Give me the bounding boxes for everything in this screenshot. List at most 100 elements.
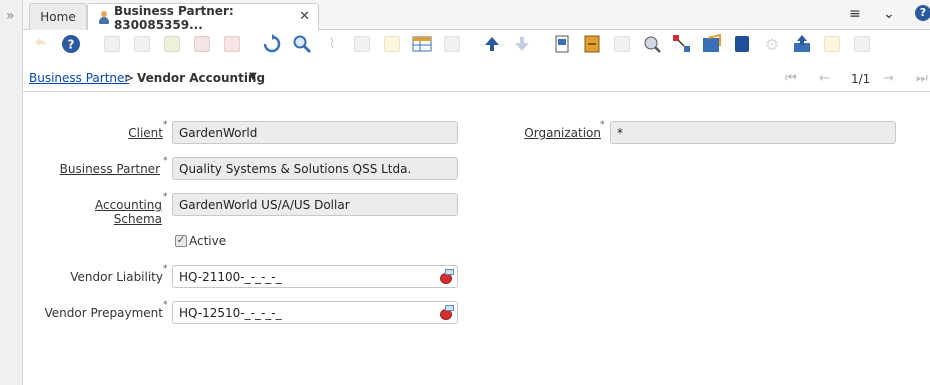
close-tab-icon[interactable]: ✕ xyxy=(299,9,310,24)
business-partner-icon xyxy=(98,11,109,24)
grid-toggle-icon xyxy=(412,36,432,52)
active-workflows-button[interactable] xyxy=(731,33,753,55)
vendor-prepayment-field[interactable]: HQ-12510-_-_-_-_ xyxy=(172,301,458,324)
gear-icon: ⚙ xyxy=(764,34,780,54)
organization-label: Organization xyxy=(524,126,601,140)
svg-text:?: ? xyxy=(68,38,75,52)
find-button[interactable] xyxy=(291,33,313,55)
find-icon xyxy=(293,35,312,54)
archive-button[interactable] xyxy=(581,33,603,55)
export-icon xyxy=(794,35,810,52)
tab-home-label: Home xyxy=(40,10,76,24)
help-icon: ? xyxy=(62,35,80,53)
vendor-liability-field[interactable]: HQ-21100-_-_-_-_ xyxy=(172,265,458,288)
organization-field[interactable]: * xyxy=(610,121,896,144)
chat-button[interactable] xyxy=(351,33,373,55)
organization-required-marker: * xyxy=(600,120,605,130)
quick-entry-icon xyxy=(824,36,840,52)
accounting-schema-required-marker: * xyxy=(163,192,168,202)
help-button[interactable]: ? xyxy=(60,33,82,55)
tab-business-partner[interactable]: Business Partner: 830085359... ✕ xyxy=(87,3,319,32)
print-button[interactable] xyxy=(611,33,633,55)
help-icon-top[interactable]: ? xyxy=(915,5,930,21)
report-button[interactable] xyxy=(551,33,573,55)
grid-toggle-button[interactable] xyxy=(411,33,433,55)
active-workflows-icon xyxy=(735,36,749,52)
accounting-schema-field[interactable]: GardenWorld US/A/US Dollar xyxy=(172,193,458,216)
business-partner-required-marker: * xyxy=(163,156,168,166)
delete-selection-button[interactable] xyxy=(221,33,243,55)
active-checkbox[interactable]: ✓ xyxy=(175,235,187,247)
client-field[interactable]: GardenWorld xyxy=(172,121,458,144)
quick-entry-button[interactable] xyxy=(821,33,843,55)
menu-icon[interactable]: ≡ xyxy=(849,6,861,22)
customize-button[interactable] xyxy=(851,33,873,55)
detail-record-button[interactable] xyxy=(441,33,463,55)
copy-record-icon xyxy=(134,36,150,52)
last-record-icon[interactable]: ⏭ xyxy=(916,71,928,86)
tab-home[interactable]: Home xyxy=(29,3,87,30)
breadcrumb-dropdown-icon[interactable]: ▼ xyxy=(249,71,257,82)
previous-record-icon[interactable]: ← xyxy=(819,71,830,86)
expand-panel-icon[interactable]: » xyxy=(6,8,15,24)
arrow-up-icon xyxy=(485,37,499,51)
account-combination-icon[interactable] xyxy=(439,269,455,285)
zoom-across-button[interactable] xyxy=(641,33,663,55)
record-count: 1/1 xyxy=(851,72,871,86)
print-icon xyxy=(614,36,630,52)
product-info-button[interactable] xyxy=(701,33,723,55)
left-collapsed-panel: » xyxy=(0,0,23,385)
accounting-schema-label: Accounting Schema xyxy=(94,198,162,226)
settings-button[interactable]: ⚙ xyxy=(761,33,783,55)
undo-button[interactable] xyxy=(29,33,51,55)
vendor-prepayment-label: Vendor Prepayment xyxy=(44,306,163,320)
product-info-icon xyxy=(703,34,721,52)
new-record-icon xyxy=(104,36,120,52)
delete-icon xyxy=(194,36,210,52)
chat-icon xyxy=(354,36,370,52)
tab-business-partner-label: Business Partner: 830085359... xyxy=(113,3,234,32)
refresh-button[interactable] xyxy=(261,33,283,55)
detail-record-icon xyxy=(444,36,460,52)
vendor-accounting-form: Client * GardenWorld Organization * * Bu… xyxy=(23,92,930,385)
collapse-icon[interactable]: ⌄ xyxy=(883,6,895,22)
archive-icon xyxy=(584,35,600,53)
post-it-button[interactable] xyxy=(381,33,403,55)
save-button[interactable] xyxy=(161,33,183,55)
attachment-icon: ⌇ xyxy=(328,36,336,52)
vendor-liability-label: Vendor Liability xyxy=(70,270,163,284)
detail-tab-button[interactable] xyxy=(511,33,533,55)
breadcrumb-separator: > xyxy=(124,71,135,85)
vendor-liability-required-marker: * xyxy=(163,264,168,274)
delete-selection-icon xyxy=(224,36,240,52)
parent-record-button[interactable] xyxy=(481,33,503,55)
copy-record-button[interactable] xyxy=(131,33,153,55)
main-area: Home Business Partner: 830085359... ✕ ≡ … xyxy=(23,0,930,385)
zoom-across-icon xyxy=(644,36,661,53)
customize-icon xyxy=(854,36,870,52)
breadcrumb-bar: Business Partner > Vendor Accounting ▼ ⏮… xyxy=(23,66,930,92)
save-icon xyxy=(164,36,180,52)
tab-bar: Home Business Partner: 830085359... ✕ ≡ … xyxy=(23,0,930,32)
refresh-icon xyxy=(263,34,281,53)
breadcrumb-business-partner-link[interactable]: Business Partner xyxy=(29,71,129,85)
workflow-button[interactable] xyxy=(671,33,693,55)
client-required-marker: * xyxy=(163,120,168,130)
active-label: Active xyxy=(189,234,227,248)
post-it-icon xyxy=(384,36,400,52)
business-partner-label: Business Partner xyxy=(59,162,160,176)
new-record-button[interactable] xyxy=(101,33,123,55)
first-record-icon[interactable]: ⏮ xyxy=(785,71,797,86)
breadcrumb-current-tab[interactable]: Vendor Accounting xyxy=(137,71,265,85)
next-record-icon[interactable]: → xyxy=(883,71,894,86)
account-combination-icon[interactable] xyxy=(439,305,455,321)
export-button[interactable] xyxy=(791,33,813,55)
delete-button[interactable] xyxy=(191,33,213,55)
vendor-prepayment-required-marker: * xyxy=(163,300,168,310)
attachment-button[interactable]: ⌇ xyxy=(321,33,343,55)
undo-icon xyxy=(35,38,46,46)
report-icon xyxy=(555,35,569,53)
arrow-down-icon xyxy=(515,37,529,51)
business-partner-field[interactable]: Quality Systems & Solutions QSS Ltda. xyxy=(172,157,458,180)
toolbar: ? ⌇ ⚙ xyxy=(23,30,930,58)
